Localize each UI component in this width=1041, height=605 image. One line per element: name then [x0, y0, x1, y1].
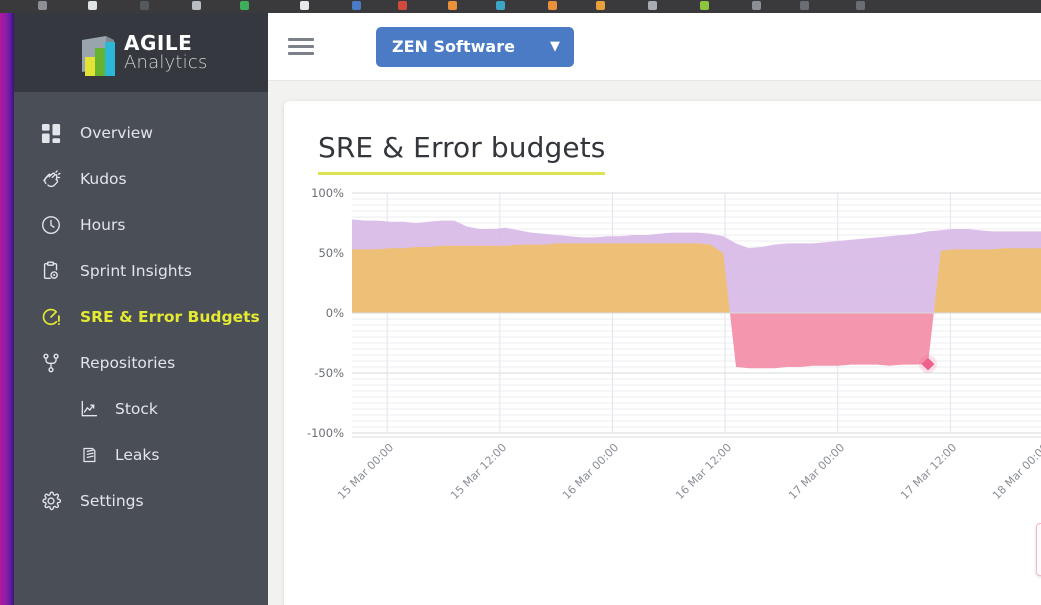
y-axis-tick: 100% — [311, 186, 344, 200]
x-axis-tick: 18 Mar 00:00 — [989, 441, 1041, 503]
y-axis-tick: 0% — [325, 306, 344, 320]
taskbar-icon[interactable] — [700, 1, 709, 10]
x-axis-tick: 17 Mar 12:00 — [898, 441, 960, 503]
sidebar-item-sre-error-budgets[interactable]: SRE & Error Budgets — [14, 294, 268, 340]
gauge-alert-icon — [36, 304, 66, 330]
desktop-wallpaper-strip — [0, 0, 14, 605]
line-chart-icon — [76, 396, 102, 422]
clap-icon — [36, 166, 66, 192]
sidebar-item-label: Hours — [80, 216, 126, 234]
taskbar-icon[interactable] — [596, 1, 605, 10]
os-taskbar — [0, 0, 1041, 13]
sidebar-item-label: Stock — [115, 400, 158, 418]
sidebar-item-hours[interactable]: Hours — [14, 202, 268, 248]
sidebar-item-settings[interactable]: Settings — [14, 478, 268, 524]
brand-header[interactable]: AGILE Analytics — [14, 13, 268, 92]
brand-name-secondary: Analytics — [124, 51, 208, 73]
sidebar-item-label: Repositories — [80, 354, 176, 372]
x-axis-tick: 15 Mar 12:00 — [447, 441, 510, 503]
chart-plot-area[interactable] — [352, 192, 1041, 438]
top-bar: ZEN Software ▼ — [268, 13, 1041, 81]
sidebar-item-overview[interactable]: Overview — [14, 110, 268, 156]
x-axis-tick: 16 Mar 12:00 — [673, 441, 735, 503]
main-area: ZEN Software ▼ SRE & Error budgets 100% 5… — [268, 13, 1041, 605]
sidebar-item-stock[interactable]: Stock — [14, 386, 268, 432]
sidebar-item-sprint-insights[interactable]: Sprint Insights — [14, 248, 268, 294]
taskbar-icon[interactable] — [240, 1, 249, 10]
sidebar-item-leaks[interactable]: Leaks — [14, 432, 268, 478]
brand-name-primary: AGILE — [124, 31, 193, 56]
sidebar-item-label: SRE & Error Budgets — [80, 308, 260, 326]
git-branch-icon — [36, 350, 66, 376]
chart-tooltip: Thursday, Mar 17, 15:15:02 Series 2: -42… — [1036, 523, 1041, 576]
sidebar-item-label: Kudos — [80, 170, 127, 188]
sre-chart: 100% 50% 0% -50% -100% 15 Mar 00:00 15 Mar 12… — [284, 186, 1041, 605]
taskbar-icon[interactable] — [800, 1, 809, 10]
y-axis-labels: 100% 50% 0% -50% -100% — [284, 186, 344, 440]
page-title: SRE & Error budgets — [318, 131, 606, 175]
x-axis-tick: 15 Mar 00:00 — [335, 441, 397, 503]
taskbar-icon[interactable] — [38, 1, 47, 10]
chevron-down-icon: ▼ — [550, 39, 560, 54]
gear-icon — [36, 488, 66, 514]
sidebar-item-label: Leaks — [115, 446, 160, 464]
taskbar-icon[interactable] — [548, 1, 557, 10]
hamburger-icon[interactable] — [288, 34, 314, 59]
sidebar-item-label: Overview — [80, 124, 153, 142]
x-axis-tick: 16 Mar 00:00 — [560, 441, 622, 503]
taskbar-icon[interactable] — [300, 1, 309, 10]
clock-icon — [36, 212, 66, 238]
taskbar-icon[interactable] — [448, 1, 457, 10]
y-axis-tick: 50% — [318, 246, 344, 260]
taskbar-icon[interactable] — [856, 1, 865, 10]
sidebar-item-label: Sprint Insights — [80, 262, 192, 280]
sidebar-item-repositories[interactable]: Repositories — [14, 340, 268, 386]
grid-icon — [36, 120, 66, 146]
taskbar-icon[interactable] — [88, 1, 97, 10]
x-axis-tick: 17 Mar 00:00 — [785, 441, 847, 503]
taskbar-icon[interactable] — [398, 1, 407, 10]
y-axis-tick: -100% — [306, 426, 344, 440]
highlighted-data-point — [919, 355, 937, 374]
app-root: AGILE Analytics Overview Kudos Hours Sprint… — [0, 0, 1041, 605]
project-selector-label: ZEN Software — [392, 37, 515, 56]
taskbar-icon[interactable] — [352, 1, 361, 10]
sidebar-item-label: Settings — [80, 492, 144, 510]
sidebar: AGILE Analytics Overview Kudos Hours Sprint… — [14, 13, 268, 605]
leak-icon — [76, 442, 102, 468]
x-axis-labels: 15 Mar 00:00 15 Mar 12:00 16 Mar 00:00 16 M… — [335, 437, 1041, 537]
bar-chart-logo — [76, 34, 124, 82]
taskbar-icon[interactable] — [648, 1, 657, 10]
sre-error-budgets-card: SRE & Error budgets 100% 50% 0% -50% -100% 1… — [284, 101, 1041, 605]
taskbar-icon[interactable] — [496, 1, 505, 10]
sidebar-nav: Overview Kudos Hours Sprint Insights SRE & E… — [14, 92, 268, 524]
clipboard-icon — [36, 258, 66, 284]
taskbar-icon[interactable] — [140, 1, 149, 10]
y-axis-tick: -50% — [314, 366, 344, 380]
taskbar-icon[interactable] — [752, 1, 761, 10]
sidebar-item-kudos[interactable]: Kudos — [14, 156, 268, 202]
taskbar-icon[interactable] — [192, 1, 201, 10]
project-selector[interactable]: ZEN Software ▼ — [376, 26, 574, 67]
